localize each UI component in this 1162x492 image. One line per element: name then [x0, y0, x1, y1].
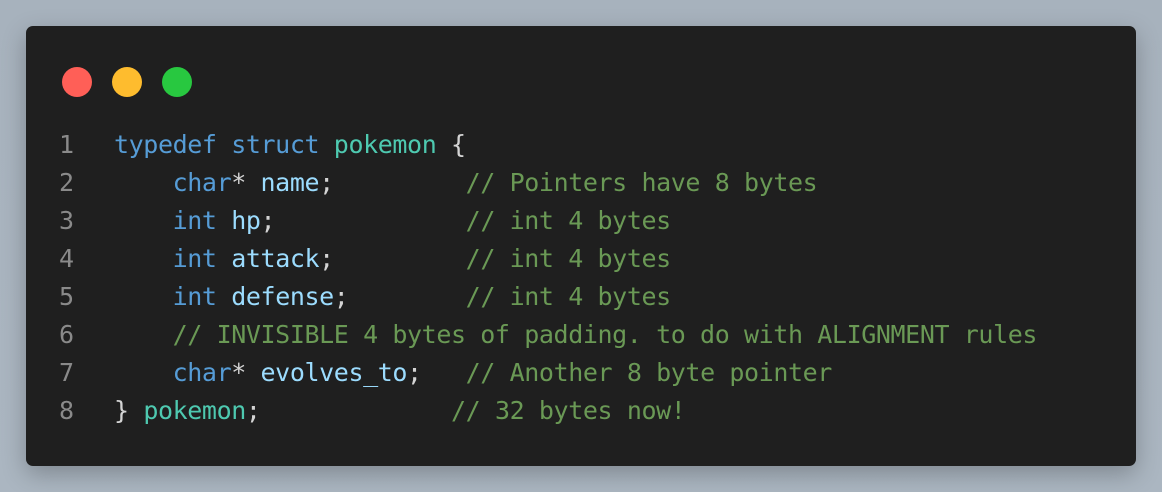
code-token: int: [172, 244, 217, 273]
code-token: pokemon: [333, 130, 437, 159]
code-window: 1 typedef struct pokemon {2 char* name; /…: [26, 26, 1136, 466]
close-dot-icon[interactable]: [62, 67, 92, 97]
code-token: // INVISIBLE 4 bytes of padding. to do w…: [172, 320, 1038, 349]
code-token: ;: [407, 358, 466, 387]
line-number: 6: [59, 320, 74, 349]
code-line: 5 int defense; // int 4 bytes: [54, 278, 1124, 316]
code-token: evolves_to: [260, 358, 408, 387]
code-token: int: [172, 206, 217, 235]
code-token: char: [172, 168, 232, 197]
code-token: typedef: [114, 130, 217, 159]
code-token: name: [260, 168, 320, 197]
code-line: 7 char* evolves_to; // Another 8 byte po…: [54, 354, 1124, 392]
code-token: // 32 bytes now!: [451, 396, 686, 425]
code-token: *: [231, 168, 261, 197]
line-number: 3: [59, 206, 74, 235]
line-number: 8: [59, 396, 74, 425]
line-number: 1: [59, 130, 74, 159]
code-line: 3 int hp; // int 4 bytes: [54, 202, 1124, 240]
code-token: defense: [231, 282, 334, 311]
code-token: pokemon: [143, 396, 246, 425]
code-line: 1 typedef struct pokemon {: [54, 126, 1124, 164]
code-token: hp: [231, 206, 261, 235]
code-line: 6 // INVISIBLE 4 bytes of padding. to do…: [54, 316, 1124, 354]
code-token: // Pointers have 8 bytes: [465, 168, 818, 197]
code-token: {: [436, 130, 466, 159]
code-token: // int 4 bytes: [465, 206, 672, 235]
code-token: char: [172, 358, 232, 387]
code-token: struct: [231, 130, 320, 159]
code-token: *: [231, 358, 261, 387]
minimize-dot-icon[interactable]: [112, 67, 142, 97]
maximize-dot-icon[interactable]: [162, 67, 192, 97]
code-token: ;: [260, 206, 466, 235]
line-number: 2: [59, 168, 74, 197]
code-line: 4 int attack; // int 4 bytes: [54, 240, 1124, 278]
code-line: 2 char* name; // Pointers have 8 bytes: [54, 164, 1124, 202]
code-token: }: [114, 396, 144, 425]
code-token: ;: [319, 168, 466, 197]
code-token: // int 4 bytes: [465, 282, 672, 311]
code-block: 1 typedef struct pokemon {2 char* name; /…: [54, 126, 1124, 430]
code-token: ;: [319, 244, 466, 273]
code-token: // int 4 bytes: [465, 244, 672, 273]
code-token: // Another 8 byte pointer: [465, 358, 833, 387]
code-line: 8} pokemon; // 32 bytes now!: [54, 392, 1124, 430]
line-number: 4: [59, 244, 74, 273]
code-token: attack: [231, 244, 320, 273]
code-token: ;: [245, 396, 451, 425]
code-token: int: [172, 282, 217, 311]
line-number: 7: [59, 358, 74, 387]
code-token: ;: [333, 282, 466, 311]
line-number: 5: [59, 282, 74, 311]
